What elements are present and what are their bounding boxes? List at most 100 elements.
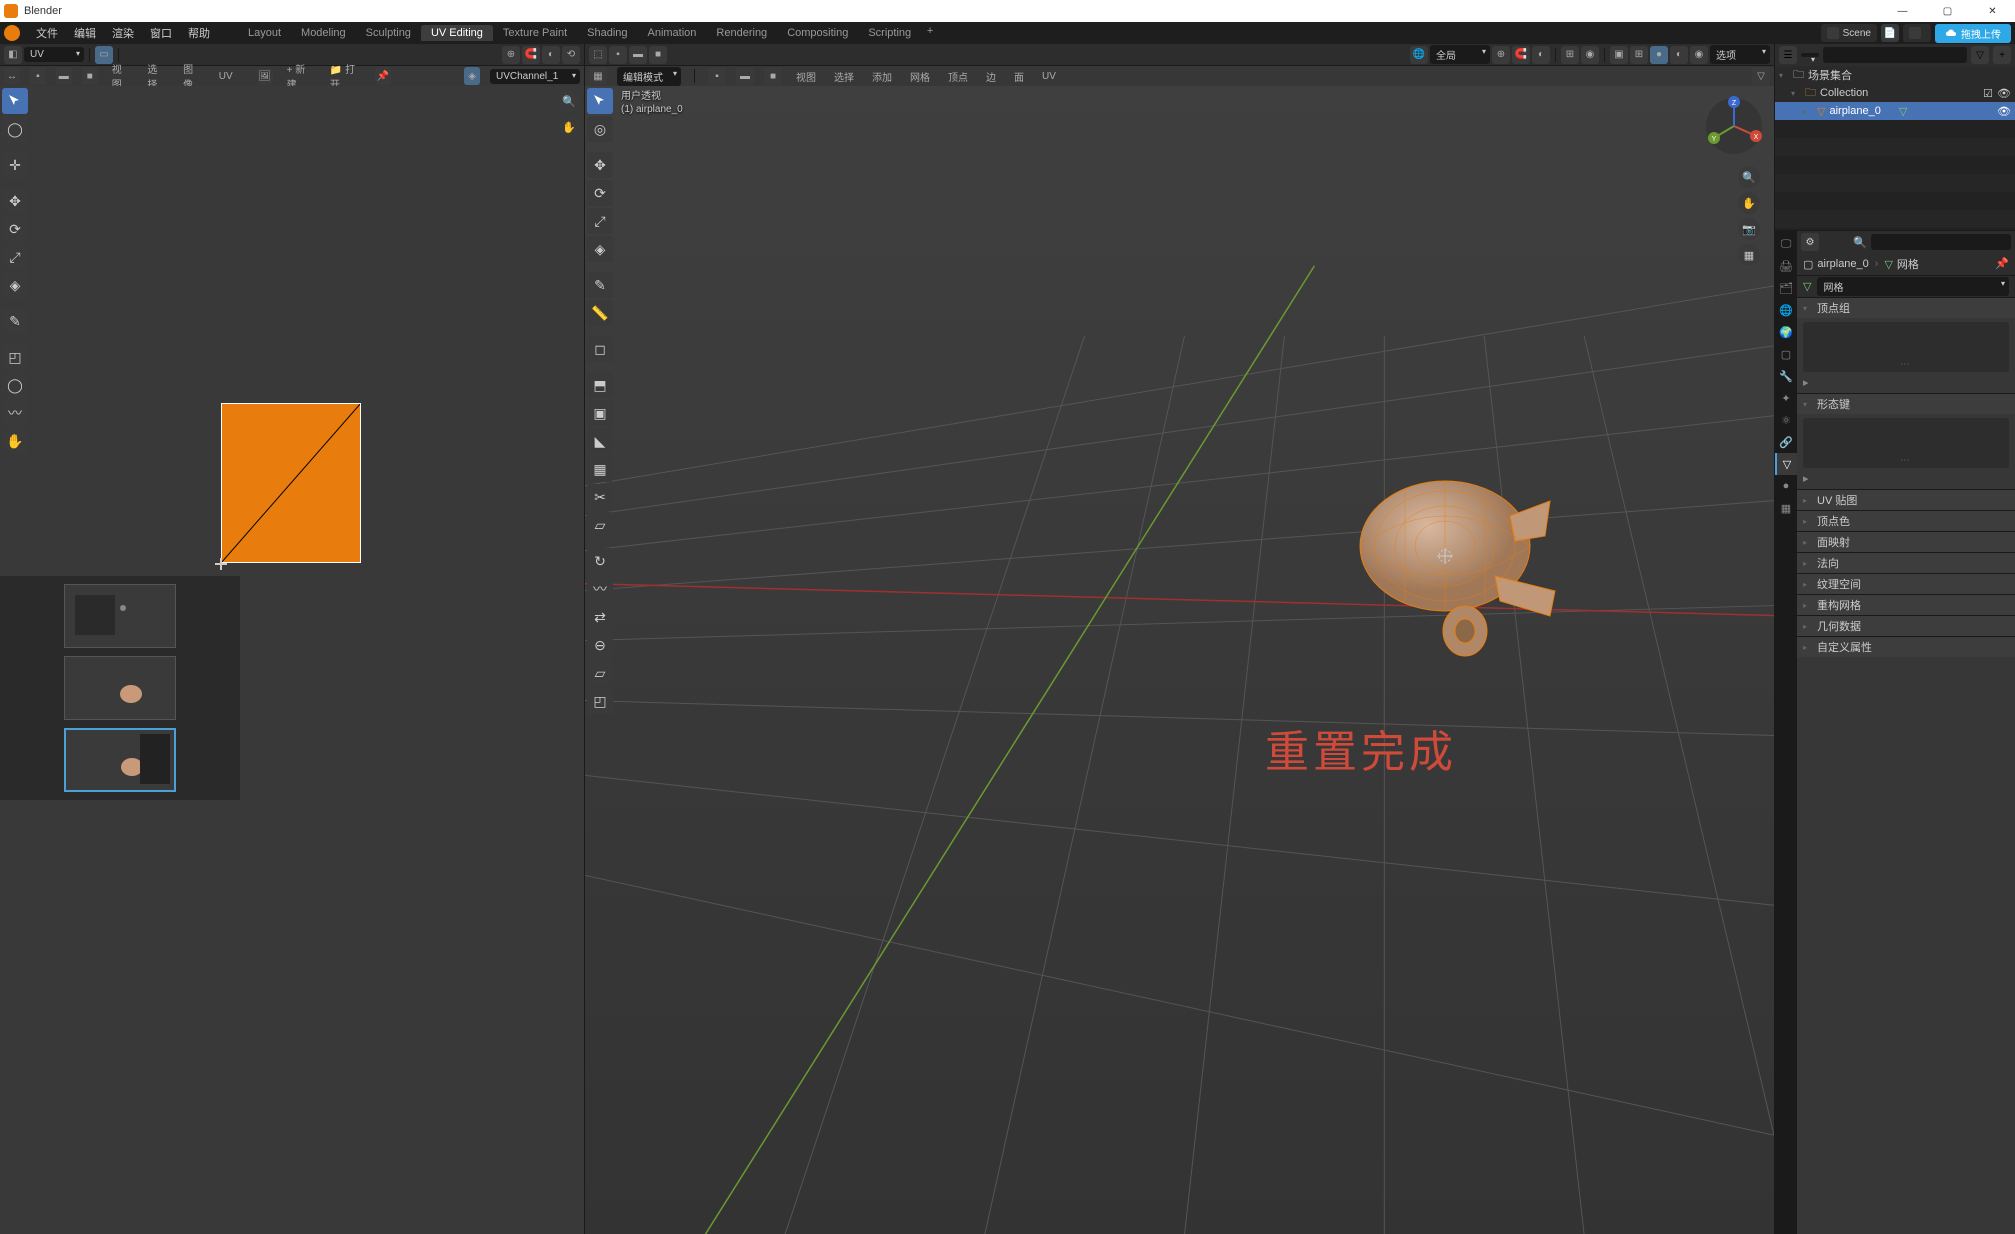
- disclosure-triangle-icon[interactable]: ▸: [1803, 107, 1813, 116]
- vtool-polybuild[interactable]: ▱: [587, 512, 613, 538]
- tool-move[interactable]: ✥: [2, 188, 28, 214]
- vp-shade-material[interactable]: ◐: [1670, 46, 1688, 64]
- scene-selector[interactable]: Scene: [1821, 24, 1877, 42]
- vp-menu-add[interactable]: 添加: [868, 69, 896, 84]
- outliner-object-airplane[interactable]: ▸ ▽ airplane_0 ▽ 👁: [1775, 102, 2015, 120]
- workspace-uv-editing[interactable]: UV Editing: [421, 25, 493, 41]
- uv-menu-uv[interactable]: UV: [215, 71, 237, 82]
- vp-menu-view[interactable]: 视图: [792, 69, 820, 84]
- uv-editor-type-selector[interactable]: ◧: [4, 46, 22, 64]
- ptab-physics[interactable]: ⚛: [1775, 409, 1797, 431]
- vtool-shear[interactable]: ▱: [587, 660, 613, 686]
- mesh-name-field[interactable]: 网格: [1817, 277, 2009, 296]
- blender-logo-icon[interactable]: [4, 25, 20, 41]
- section-header-normals[interactable]: ▸法向: [1797, 553, 2015, 573]
- workspace-shading[interactable]: Shading: [577, 25, 637, 41]
- outliner-new-collection[interactable]: +: [1993, 46, 2011, 64]
- ptab-particle[interactable]: ✦: [1775, 387, 1797, 409]
- vp-shade-wire[interactable]: ⊞: [1630, 46, 1648, 64]
- uv-snap-button[interactable]: 🧲: [522, 46, 540, 64]
- menu-window[interactable]: 窗口: [142, 23, 180, 43]
- viewport-editor-type-selector[interactable]: ⬚: [589, 46, 607, 64]
- uv-canvas[interactable]: ◯ ✛ ✥ ⟳ ⤢ ◈ ✎ ◰ ◯ 〰 ✋ 🔍 ✋: [0, 86, 584, 1234]
- minimize-button[interactable]: —: [1880, 0, 1925, 22]
- menu-file[interactable]: 文件: [28, 23, 66, 43]
- uv-zoom-button[interactable]: 🔍: [558, 90, 580, 112]
- vp-mode-icon[interactable]: ▦: [589, 67, 607, 85]
- vtool-transform[interactable]: ◈: [587, 236, 613, 262]
- workspace-add-button[interactable]: +: [921, 25, 939, 41]
- ptab-material[interactable]: ●: [1775, 475, 1797, 497]
- vp-orientation-dropdown[interactable]: 全局: [1430, 45, 1490, 64]
- breadcrumb-mesh[interactable]: ▽网格: [1884, 256, 1918, 272]
- axis-gizmo[interactable]: Z X Y: [1704, 96, 1764, 156]
- tool-grab[interactable]: ◯: [2, 372, 28, 398]
- properties-editor-type[interactable]: ⚙: [1801, 233, 1819, 251]
- vtool-select[interactable]: [587, 88, 613, 114]
- tool-transform[interactable]: ◈: [2, 272, 28, 298]
- vp-menu-select[interactable]: 选择: [830, 69, 858, 84]
- workspace-layout[interactable]: Layout: [238, 25, 291, 41]
- ptab-modifier[interactable]: 🔧: [1775, 365, 1797, 387]
- breadcrumb-object[interactable]: ▢airplane_0: [1803, 258, 1869, 271]
- viewport-canvas[interactable]: ◎ ✥ ⟳ ⤢ ◈ ✎ 📏 ◻ ⬒ ▣ ◣ ▦ ✂ ▱ ↻ 〰: [585, 86, 1774, 1234]
- airplane-model[interactable]: [1345, 466, 1565, 666]
- section-header-custom-props[interactable]: ▸自定义属性: [1797, 637, 2015, 657]
- pin-icon[interactable]: 📌: [1995, 257, 2009, 271]
- workspace-animation[interactable]: Animation: [638, 25, 707, 41]
- history-thumbnail-2[interactable]: [64, 656, 176, 720]
- workspace-texture-paint[interactable]: Texture Paint: [493, 25, 577, 41]
- vtool-rotate[interactable]: ⟳: [587, 180, 613, 206]
- collection-visibility-icon[interactable]: 👁: [1997, 87, 2011, 100]
- menu-render[interactable]: 渲染: [104, 23, 142, 43]
- ptab-object[interactable]: ▢: [1775, 343, 1797, 365]
- vp-menu-vertex[interactable]: 顶点: [944, 69, 972, 84]
- outliner-editor-type[interactable]: ☰: [1779, 46, 1797, 64]
- vp-mode-edge[interactable]: ▬: [629, 46, 647, 64]
- section-header-vertex-colors[interactable]: ▸顶点色: [1797, 511, 2015, 531]
- tool-scale[interactable]: ⤢: [2, 244, 28, 270]
- vtool-loopcut[interactable]: ▦: [587, 456, 613, 482]
- vtool-knife[interactable]: ✂: [587, 484, 613, 510]
- uv-sync-select-toggle[interactable]: ↔: [4, 67, 20, 85]
- tool-annotate[interactable]: ✎: [2, 308, 28, 334]
- section-header-vertex-groups[interactable]: ▾顶点组: [1797, 298, 2015, 318]
- vp-menu-mesh[interactable]: 网格: [906, 69, 934, 84]
- vp-select-edge[interactable]: ▬: [736, 67, 754, 85]
- tool-select-circle[interactable]: ◯: [2, 116, 28, 142]
- vtool-smooth[interactable]: 〰: [587, 576, 613, 602]
- vtool-inset[interactable]: ▣: [587, 400, 613, 426]
- workspace-rendering[interactable]: Rendering: [706, 25, 777, 41]
- tool-cursor[interactable]: ✛: [2, 152, 28, 178]
- section-header-remesh[interactable]: ▸重构网格: [1797, 595, 2015, 615]
- ptab-output[interactable]: 🖨: [1775, 255, 1797, 277]
- outliner-display-mode[interactable]: [1801, 53, 1819, 57]
- vertex-groups-list[interactable]: ⋯: [1803, 322, 2009, 372]
- vp-zoom-button[interactable]: 🔍: [1738, 166, 1760, 188]
- vtool-spin[interactable]: ↻: [587, 548, 613, 574]
- vtool-move[interactable]: ✥: [587, 152, 613, 178]
- vtool-edge-slide[interactable]: ⇄: [587, 604, 613, 630]
- history-thumbnail-1[interactable]: [64, 584, 176, 648]
- vp-menu-face[interactable]: 面: [1010, 69, 1028, 84]
- tool-rip[interactable]: ◰: [2, 344, 28, 370]
- vp-ortho-button[interactable]: ▦: [1738, 244, 1760, 266]
- section-header-face-maps[interactable]: ▸面映射: [1797, 532, 2015, 552]
- workspace-sculpting[interactable]: Sculpting: [356, 25, 421, 41]
- properties-search-input[interactable]: [1871, 234, 2011, 250]
- menu-help[interactable]: 帮助: [180, 23, 218, 43]
- workspace-modeling[interactable]: Modeling: [291, 25, 356, 41]
- ptab-scene[interactable]: 🌐: [1775, 299, 1797, 321]
- outliner-search[interactable]: [1823, 47, 1967, 63]
- uv-falloff-button[interactable]: ◐: [542, 46, 560, 64]
- vtool-shrink[interactable]: ⊖: [587, 632, 613, 658]
- tool-relax[interactable]: 〰: [2, 400, 28, 426]
- workspace-scripting[interactable]: Scripting: [858, 25, 921, 41]
- vp-falloff-button[interactable]: ◐: [1532, 46, 1550, 64]
- ptab-viewlayer[interactable]: 🗂: [1775, 277, 1797, 299]
- vtool-rip[interactable]: ◰: [587, 688, 613, 714]
- vtool-measure[interactable]: 📏: [587, 300, 613, 326]
- vp-menu-edge[interactable]: 边: [982, 69, 1000, 84]
- history-thumbnail-3[interactable]: [64, 728, 176, 792]
- vp-mode-face[interactable]: ■: [649, 46, 667, 64]
